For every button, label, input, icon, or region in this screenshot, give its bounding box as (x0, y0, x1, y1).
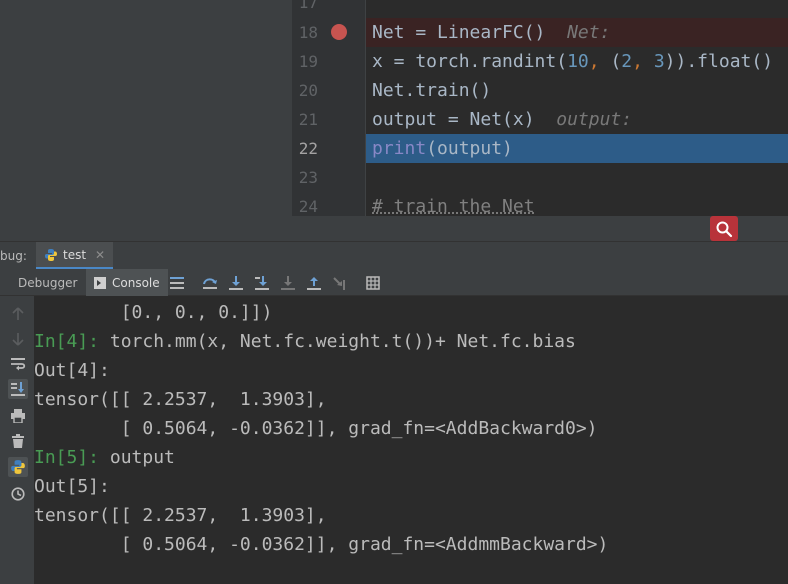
tab-console[interactable]: Console (86, 269, 168, 296)
scroll-up-icon[interactable] (8, 304, 28, 324)
debug-tool-window-header: bug: test ✕ (0, 241, 788, 270)
project-panel-area (0, 0, 292, 241)
console-line: tensor([[ 2.2537, 1.3903], (34, 505, 327, 526)
code-line-19[interactable]: x = torch.randint(10, (2, 3)).float() (366, 47, 788, 76)
evaluate-expression-icon[interactable] (364, 274, 382, 292)
console-prompt: In[5]: (34, 447, 100, 468)
soft-wrap-icon[interactable] (8, 354, 28, 374)
line-number: 17 (298, 0, 318, 12)
run-to-cursor-icon[interactable] (331, 274, 349, 292)
console-line: Out[5]: (34, 476, 110, 497)
clear-all-icon[interactable] (8, 431, 28, 451)
step-into-my-code-icon[interactable] (253, 274, 271, 292)
console-line: [0., 0., 0.]]) (34, 302, 273, 323)
console-output[interactable]: [0., 0., 0.]]) In[4]: torch.mm(x, Net.fc… (34, 296, 788, 584)
tab-debugger[interactable]: Debugger (10, 269, 85, 296)
code-line-22-execution-point[interactable]: print(output) (366, 134, 788, 163)
run-tab-label: test (63, 247, 87, 262)
console-prompt: In[4]: (34, 331, 100, 352)
debug-toolbar: Debugger Console (0, 269, 788, 296)
step-over-icon[interactable] (201, 274, 219, 292)
console-input-line: In[5]: output (34, 447, 175, 468)
code-line-18[interactable]: Net = LinearFC() Net: (366, 18, 788, 47)
breakpoint-icon[interactable] (331, 24, 347, 40)
menu-icon[interactable] (168, 274, 186, 292)
step-into-icon[interactable] (227, 274, 245, 292)
inline-debug-hint: Net: (567, 22, 611, 43)
scroll-to-end-icon[interactable] (8, 379, 28, 399)
line-number: 18 (298, 23, 318, 42)
console-side-toolbar (0, 296, 34, 584)
search-button[interactable] (710, 216, 738, 241)
code-line-20[interactable]: Net.train() (366, 76, 788, 105)
inline-debug-hint: output: (556, 109, 633, 130)
scroll-down-icon[interactable] (8, 329, 28, 349)
line-number: 21 (298, 110, 318, 129)
line-number: 19 (298, 52, 318, 71)
line-number: 20 (298, 81, 318, 100)
line-number: 24 (298, 197, 318, 216)
debug-title: bug: (0, 249, 27, 263)
run-tab-test[interactable]: test ✕ (36, 242, 114, 270)
python-icon (45, 248, 57, 261)
print-icon[interactable] (8, 406, 28, 426)
close-icon[interactable]: ✕ (95, 248, 105, 262)
console-line: [ 0.5064, -0.0362]], grad_fn=<AddBackwar… (34, 418, 598, 439)
console-line: tensor([[ 2.2537, 1.3903], (34, 389, 327, 410)
line-number: 23 (298, 168, 318, 187)
line-number-current: 22 (298, 139, 318, 158)
step-out-icon[interactable] (305, 274, 323, 292)
console-line: [ 0.5064, -0.0362]], grad_fn=<AddmmBackw… (34, 534, 609, 555)
console-line: Out[4]: (34, 360, 110, 381)
code-line-21[interactable]: output = Net(x) output: (366, 105, 788, 134)
history-icon[interactable] (8, 484, 28, 504)
console-icon (94, 276, 106, 289)
console-input-line: In[4]: torch.mm(x, Net.fc.weight.t())+ N… (34, 331, 576, 352)
force-step-into-icon[interactable] (279, 274, 297, 292)
search-icon (716, 221, 733, 237)
python-console-icon[interactable] (8, 457, 28, 477)
